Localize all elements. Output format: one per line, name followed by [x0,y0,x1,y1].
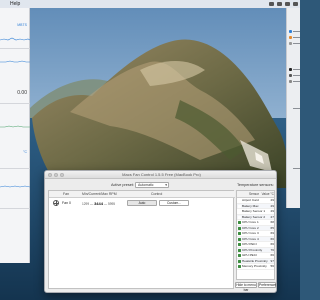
divider [0,103,30,104]
sensor-color-icon [238,226,241,230]
close-window-button[interactable] [48,173,52,177]
sensor-color-icon [238,243,241,247]
legend-text-line [293,75,300,76]
active-preset-value: Automatic [138,182,154,187]
divider [0,168,30,169]
sensor-color-icon [238,199,241,203]
chevron-down-icon: ▾ [165,182,167,187]
cpu-graph [0,37,30,41]
fan-max-rpm: 5995 [107,202,116,206]
temperature-graph [0,185,30,188]
window-title: Macs Fan Control 1.5.5 Free (MacBook Pro… [122,172,201,177]
fan-min-rpm: 1299 [82,202,90,206]
sensor-color-icon [238,210,241,214]
column-header-control[interactable]: Control [151,191,162,198]
network-graph [0,125,30,128]
right-side-panel [286,8,300,208]
hide-to-menu-bar-button[interactable]: Hide to menu bar [235,282,257,292]
control-center-icon[interactable] [293,2,298,6]
stats-side-panel: MBTS 0.00 °C [0,8,30,263]
column-header-fan[interactable]: Fan [63,191,69,198]
sensor-list: Airport Card 29 Battery Max 29 Battery Senso… [237,198,274,270]
fan-icon [53,200,59,206]
window-toolbar: Active preset: Automatic ▾ Temperature s… [45,180,276,189]
sensors-table-header: Sensor Value °C [237,191,274,198]
fan-rpm-values: 1299 — 3444 — 5995 [82,201,116,206]
legend-text-line [293,69,300,70]
table-row[interactable]: Fan 0 1299 — 3444 — 5995 Auto Custom... [49,199,235,208]
divider [0,208,30,209]
sensor-color-icon [238,215,241,219]
fan-control-window: Macs Fan Control 1.5.5 Free (MacBook Pro… [44,170,277,293]
table-row[interactable]: Memory Proximity 56 [237,264,274,270]
minimize-window-button[interactable] [54,173,58,177]
legend-dot [289,42,292,45]
legend-dot [289,74,292,77]
temperature-sensors-label: Temperature sensors: [237,183,274,187]
sensor-color-icon [238,232,241,236]
menu-item-help[interactable]: Help [10,0,20,8]
sensor-color-icon [238,237,241,241]
legend-text-line [293,31,300,32]
legend-text-line [293,43,300,44]
divider [0,48,30,49]
menu-bar: Help [0,0,300,8]
column-header-sensor[interactable]: Sensor [249,191,259,198]
fan-name: Fan 0 [62,201,71,205]
sensor-color-icon [238,248,241,252]
legend-text-line [293,108,300,109]
column-header-rpm[interactable]: Min/Current/Max RPM [82,191,117,198]
sensor-color-icon [238,204,241,208]
menu-bar-status-icons [269,0,298,6]
sensor-color-icon [238,221,241,225]
fan-table-header: Fan Min/Current/Max RPM Control [49,191,235,198]
column-header-value[interactable]: Value °C [262,191,274,198]
legend-dot [289,36,292,39]
legend-dot [289,68,292,71]
temperature-sensors-table: Sensor Value °C Airport Card 29 Battery Ma… [236,190,275,280]
fan-current-rpm: 3444 [94,201,103,206]
sensor-value: 56 [270,264,274,268]
search-icon[interactable] [285,2,290,6]
legend-dot [289,80,292,83]
temperature-unit-label: °C [23,150,27,154]
fan-table: Fan Min/Current/Max RPM Control Fan 0 12… [48,190,235,289]
legend-dot [289,30,292,33]
sensor-name: Memory Proximity [242,264,267,268]
stats-label-top: MBTS [17,23,27,27]
active-preset-label: Active preset: [111,183,135,187]
legend-text-line [293,168,300,169]
sensor-color-icon [238,265,241,269]
preferences-button[interactable]: Preferences... [258,282,276,288]
legend-text-line [293,81,300,82]
fan-auto-button[interactable]: Auto [127,200,157,206]
legend-text-line [293,37,300,38]
memory-graph [0,60,30,63]
window-titlebar[interactable]: Macs Fan Control 1.5.5 Free (MacBook Pro… [45,171,276,179]
battery-icon[interactable] [277,2,282,6]
wifi-icon[interactable] [269,2,274,6]
sensor-color-icon [238,259,241,263]
zoom-window-button[interactable] [60,173,64,177]
sensor-color-icon [238,254,241,258]
fan-custom-button[interactable]: Custom... [159,200,189,206]
stats-value: 0.00 [17,90,27,96]
active-preset-select[interactable]: Automatic ▾ [135,181,169,188]
